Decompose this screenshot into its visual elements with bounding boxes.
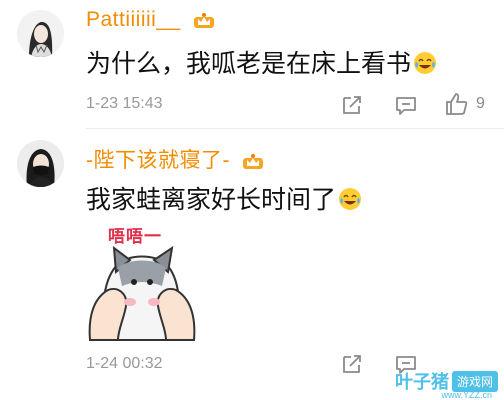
username[interactable]: Pattiiiiii__ <box>86 8 215 35</box>
watermark-url: www.YZZ.cn <box>441 390 492 400</box>
laugh-cry-emoji-icon <box>413 51 437 81</box>
comment-text: 为什么，我呱老是在床上看书 <box>86 44 437 81</box>
comment-item: Pattiiiiii__ 为什么，我呱老是在床上看书 1-23 15:43 9 <box>0 0 504 128</box>
share-icon[interactable] <box>340 352 366 378</box>
timestamp: 1-24 00:32 <box>86 355 163 372</box>
avatar[interactable] <box>17 10 64 57</box>
vip-crown-icon <box>242 152 264 176</box>
share-icon[interactable] <box>340 93 366 119</box>
like-count: 9 <box>476 95 485 112</box>
watermark-badge: 游戏网 <box>451 370 498 392</box>
like-thumb-icon[interactable] <box>444 91 470 117</box>
comment-item: -陛下该就寝了- 我家蛙离家好长时间了 唔唔一 1-24 00:32 <box>0 128 504 400</box>
cat-sticker-image[interactable]: 唔唔一 <box>84 220 200 342</box>
comment-icon[interactable] <box>394 93 420 119</box>
username[interactable]: -陛下该就寝了- <box>86 144 264 176</box>
comment-text-content: 我家蛙离家好长时间了 <box>86 185 337 214</box>
sticker-caption: 唔唔一 <box>108 227 162 247</box>
comment-text-content: 为什么，我呱老是在床上看书 <box>86 49 412 78</box>
username-text[interactable]: Pattiiiiii__ <box>86 8 181 31</box>
timestamp: 1-23 15:43 <box>86 95 163 112</box>
comment-text: 我家蛙离家好长时间了 <box>86 180 362 217</box>
avatar[interactable] <box>17 140 64 187</box>
username-text[interactable]: -陛下该就寝了- <box>86 149 230 172</box>
laugh-cry-emoji-icon <box>338 187 362 217</box>
vip-crown-icon <box>193 11 215 35</box>
